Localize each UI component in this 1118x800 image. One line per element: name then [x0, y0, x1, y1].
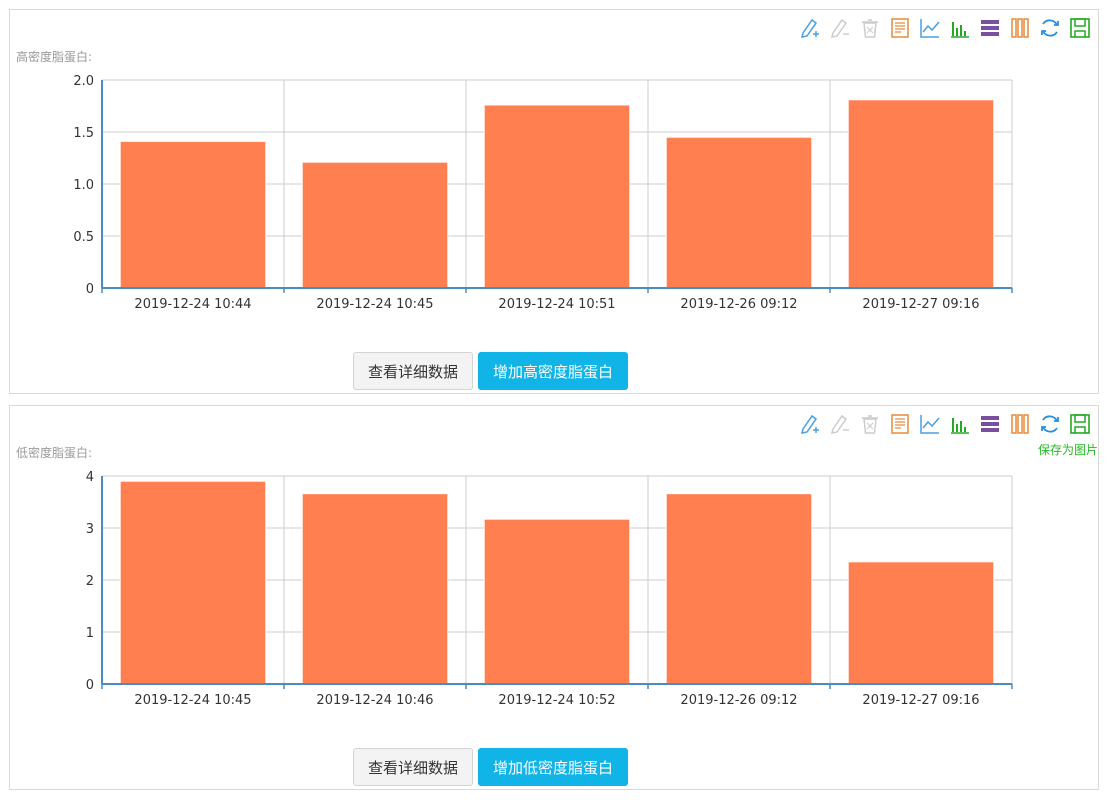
y-tick-label: 4 [86, 470, 94, 485]
save-tooltip: 保存为图片 [1037, 443, 1098, 457]
stack-icon[interactable] [978, 16, 1002, 40]
bar[interactable] [665, 493, 813, 685]
mark-undo-icon[interactable] [828, 412, 852, 436]
tiled-icon[interactable] [1008, 412, 1032, 436]
x-tick-label: 2019-12-24 10:45 [316, 297, 433, 312]
data-view-icon[interactable] [888, 16, 912, 40]
tiled-icon[interactable] [1008, 16, 1032, 40]
y-tick-label: 1.0 [73, 178, 94, 193]
hdl-chart-panel: 高密度脂蛋白: 0 0.5 1.0 1.5 2.0 2019-12-24 10:44 201… [9, 9, 1099, 394]
bar-chart-icon[interactable] [948, 16, 972, 40]
restore-icon[interactable] [1038, 16, 1062, 40]
y-tick-label: 0.5 [73, 230, 94, 245]
y-tick-label: 2 [86, 574, 94, 589]
y-tick-label: 3 [86, 522, 94, 537]
bar[interactable] [119, 480, 267, 685]
y-tick-label: 1.5 [73, 126, 94, 141]
chart-label: 高密度脂蛋白: [16, 50, 93, 64]
x-tick-label: 2019-12-27 09:16 [862, 297, 979, 312]
y-tick-label: 2.0 [73, 74, 94, 89]
x-tick-label: 2019-12-24 10:51 [498, 297, 615, 312]
mark-clear-icon[interactable] [858, 412, 882, 436]
add-ldl-button[interactable]: 增加低密度脂蛋白 [478, 748, 629, 786]
x-tick-label: 2019-12-24 10:46 [316, 693, 433, 708]
bar[interactable] [665, 136, 813, 289]
ldl-bar-chart: 0 1 2 3 4 2019-12-24 10:45 2019-12-24 10:46 201… [86, 470, 1013, 708]
mark-icon[interactable] [798, 412, 822, 436]
bar[interactable] [483, 518, 631, 685]
x-tick-label: 2019-12-24 10:44 [134, 297, 251, 312]
ldl-chart-panel: 低密度脂蛋白: 保存为图片 0 1 2 3 4 2019-12-24 10:45 2019-… [9, 405, 1099, 790]
mark-icon[interactable] [798, 16, 822, 40]
y-tick-label: 0 [86, 282, 94, 297]
stack-icon[interactable] [978, 412, 1002, 436]
save-image-icon[interactable] [1068, 16, 1092, 40]
x-tick-label: 2019-12-26 09:12 [680, 693, 797, 708]
y-tick-label: 0 [86, 678, 94, 693]
line-chart-icon[interactable] [918, 412, 942, 436]
data-view-icon[interactable] [888, 412, 912, 436]
bar[interactable] [301, 493, 449, 685]
bar[interactable] [483, 104, 631, 289]
button-row: 查看详细数据 增加低密度脂蛋白 [353, 748, 629, 786]
y-tick-label: 1 [86, 626, 94, 641]
add-hdl-button[interactable]: 增加高密度脂蛋白 [478, 352, 629, 390]
bar-chart-icon[interactable] [948, 412, 972, 436]
button-row: 查看详细数据 增加高密度脂蛋白 [353, 352, 629, 390]
save-image-icon[interactable] [1068, 412, 1092, 436]
x-tick-label: 2019-12-27 09:16 [862, 693, 979, 708]
x-tick-label: 2019-12-24 10:52 [498, 693, 615, 708]
bar[interactable] [847, 561, 995, 685]
chart-label: 低密度脂蛋白: [16, 446, 93, 460]
view-details-button[interactable]: 查看详细数据 [353, 352, 474, 390]
chart-toolbox [798, 412, 1092, 436]
bar[interactable] [119, 140, 267, 289]
chart-toolbox [798, 16, 1092, 40]
mark-undo-icon[interactable] [828, 16, 852, 40]
restore-icon[interactable] [1038, 412, 1062, 436]
hdl-bar-chart: 0 0.5 1.0 1.5 2.0 2019-12-24 10:44 2019-12-24 … [73, 74, 1013, 312]
view-details-button[interactable]: 查看详细数据 [353, 748, 474, 786]
bar[interactable] [301, 161, 449, 289]
mark-clear-icon[interactable] [858, 16, 882, 40]
x-tick-label: 2019-12-24 10:45 [134, 693, 251, 708]
line-chart-icon[interactable] [918, 16, 942, 40]
x-tick-label: 2019-12-26 09:12 [680, 297, 797, 312]
bar[interactable] [847, 99, 995, 289]
